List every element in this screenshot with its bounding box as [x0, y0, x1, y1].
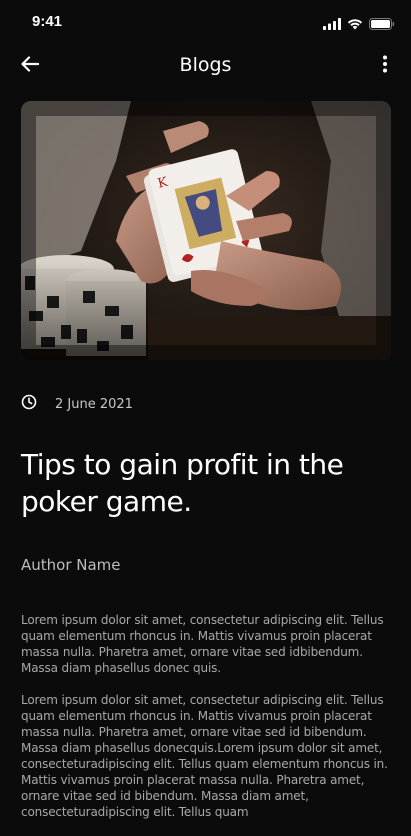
- status-time: 9:41: [32, 13, 63, 30]
- author-name[interactable]: Author Name: [21, 556, 121, 574]
- app-header: Blogs: [0, 44, 411, 88]
- signal-icon: [323, 15, 341, 34]
- more-options-button[interactable]: [371, 52, 399, 80]
- post-body: Lorem ipsum dolor sit amet, consectetur …: [21, 612, 393, 836]
- clock-icon: [21, 394, 37, 414]
- post-paragraph: Lorem ipsum dolor sit amet, consectetur …: [21, 613, 384, 675]
- more-vertical-icon: [382, 55, 388, 77]
- post-title: Tips to gain profit in the poker game.: [21, 448, 344, 518]
- battery-icon: [369, 15, 395, 34]
- hero-image: K: [21, 101, 391, 360]
- post-date: 2 June 2021: [55, 396, 133, 412]
- status-bar: 9:41: [0, 0, 411, 44]
- date-row: 2 June 2021: [21, 394, 133, 414]
- post-paragraph: Lorem ipsum dolor sit amet, consectetur …: [21, 693, 388, 819]
- page-title: Blogs: [179, 54, 232, 76]
- wifi-icon: [347, 15, 363, 34]
- status-icons: [323, 15, 395, 34]
